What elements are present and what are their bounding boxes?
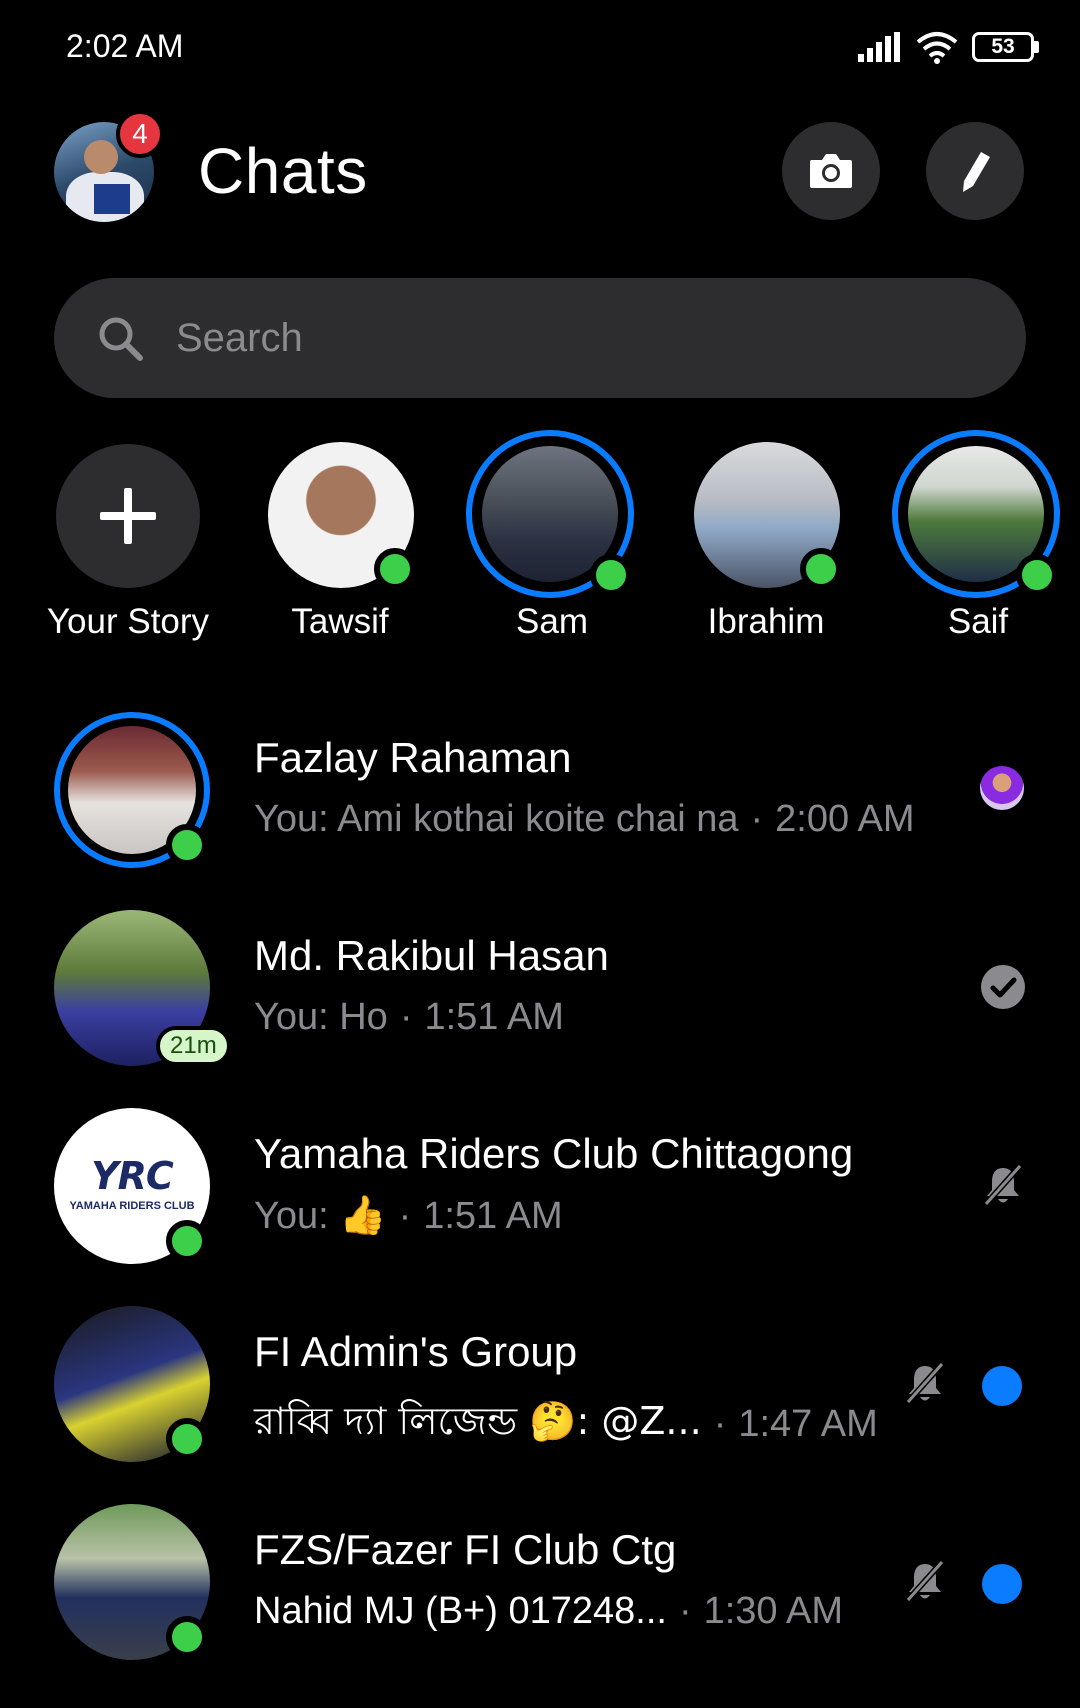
muted-bell-icon [905, 1361, 945, 1405]
chat-time: 1:51 AM [424, 996, 564, 1038]
story-name: Saif [947, 602, 1009, 641]
chat-preview: You: Ami kothai koite chai na · 2:00 AM [254, 798, 915, 841]
page-title: Chats [198, 135, 368, 207]
plus-icon [100, 488, 156, 544]
story-name: Tawsif [291, 602, 389, 641]
chat-time: 1:30 AM [703, 1590, 844, 1632]
unread-indicator [982, 1564, 1022, 1604]
story-sam[interactable]: Sam [452, 430, 652, 650]
chat-time: 1:47 AM [738, 1402, 878, 1445]
separator: · [678, 1590, 692, 1632]
online-indicator [166, 1418, 208, 1460]
preview-text: You: Ami kothai koite chai na [254, 798, 739, 840]
preview-text: রাব্বি দ্যা লিজেন্ড 🤔: @Z... [254, 1399, 702, 1443]
seen-by-avatar [980, 766, 1024, 810]
add-story-button[interactable] [56, 444, 200, 588]
chat-time: 2:00 AM [775, 798, 915, 840]
battery-level: 53 [991, 35, 1015, 58]
preview-text: Nahid MJ (B+) 017248... [254, 1590, 667, 1632]
chat-name: FZS/Fazer FI Club Ctg [254, 1526, 677, 1573]
wifi-icon [916, 32, 958, 64]
chat-preview: You: Ho · 1:51 AM [254, 996, 564, 1039]
online-indicator [166, 824, 208, 866]
pencil-icon [963, 152, 990, 192]
chat-preview: রাব্বি দ্যা লিজেন্ড 🤔: @Z... · 1:47 AM [254, 1392, 878, 1456]
online-indicator [800, 548, 842, 590]
search-input[interactable] [176, 278, 976, 398]
camera-button[interactable] [782, 122, 880, 220]
search-bar[interactable] [54, 278, 1026, 398]
chat-time: 1:51 AM [423, 1194, 563, 1237]
compose-button[interactable] [926, 122, 1024, 220]
story-saif[interactable]: Saif [878, 430, 1078, 650]
chat-item[interactable]: Fazlay Rahaman You: Ami kothai koite cha… [0, 700, 1080, 898]
story-name: Sam [516, 602, 588, 641]
chat-name: Fazlay Rahaman [254, 734, 572, 781]
separator: · [399, 996, 413, 1038]
chat-item[interactable]: FZS/Fazer FI Club Ctg Nahid MJ (B+) 0172… [0, 1492, 1080, 1690]
online-indicator [590, 554, 632, 596]
signal-icon [858, 32, 900, 62]
active-time-badge: 21m [156, 1026, 231, 1066]
search-icon [99, 317, 143, 361]
status-time: 2:02 AM [66, 28, 184, 64]
online-indicator [166, 1220, 208, 1262]
muted-bell-icon [983, 1163, 1023, 1207]
status-bar: 2:02 AM 53 [0, 0, 1080, 96]
story-ibrahim[interactable]: Ibrahim [666, 430, 866, 650]
online-indicator [166, 1616, 208, 1658]
stories-row: Your Story Tawsif Sam Ibrahim Saif [0, 430, 1080, 660]
online-indicator [374, 548, 416, 590]
chat-preview: Nahid MJ (B+) 017248... · 1:30 AM [254, 1590, 843, 1633]
header: 4 Chats [0, 110, 1080, 230]
notification-badge: 4 [116, 110, 164, 158]
delivered-check-icon [981, 965, 1025, 1009]
battery-indicator: 53 [972, 32, 1040, 62]
story-name: Ibrahim [707, 602, 825, 641]
muted-bell-icon [905, 1559, 945, 1603]
unread-indicator [982, 1366, 1022, 1406]
camera-icon [810, 154, 852, 188]
separator: · [398, 1194, 412, 1237]
chat-name: Md. Rakibul Hasan [254, 932, 609, 979]
story-tawsif[interactable]: Tawsif [240, 430, 440, 650]
separator: · [713, 1402, 727, 1445]
club-logo-text: YRC [91, 1154, 174, 1198]
chat-preview: You: 👍 · 1:51 AM [254, 1194, 563, 1238]
online-indicator [1016, 554, 1058, 596]
chat-item[interactable]: 21m Md. Rakibul Hasan You: Ho · 1:51 AM [0, 898, 1080, 1096]
preview-text: You: Ho [254, 996, 388, 1038]
separator: · [750, 798, 764, 840]
chat-name: FI Admin's Group [254, 1328, 578, 1375]
story-name: Your Story [46, 602, 210, 641]
chat-name: Yamaha Riders Club Chittagong [254, 1130, 854, 1177]
battery-tip [1034, 41, 1039, 53]
preview-text: You: 👍 [254, 1195, 387, 1237]
club-logo-subtext: YAMAHA RIDERS CLUB [69, 1200, 195, 1212]
story-your-story[interactable]: Your Story [28, 430, 228, 650]
chat-item[interactable]: YRC YAMAHA RIDERS CLUB Yamaha Riders Clu… [0, 1096, 1080, 1294]
chat-item[interactable]: FI Admin's Group রাব্বি দ্যা লিজেন্ড 🤔: … [0, 1294, 1080, 1492]
